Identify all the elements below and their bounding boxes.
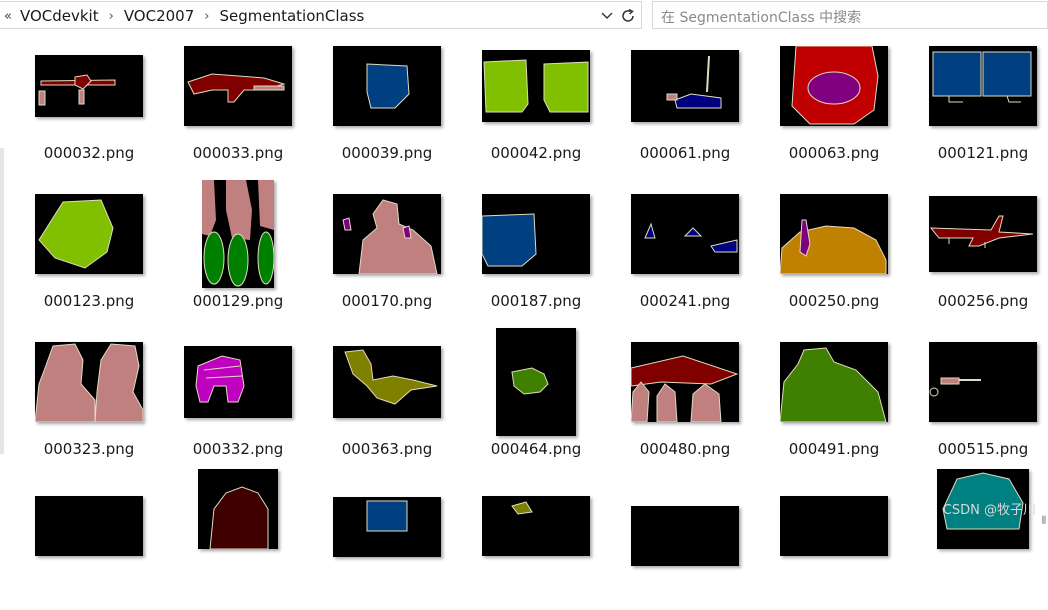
thumbnail: [333, 497, 441, 557]
file-item[interactable]: [19, 474, 159, 610]
file-item[interactable]: 000129.png: [168, 178, 308, 314]
thumbnail: [35, 342, 143, 422]
file-name: 000363.png: [341, 440, 433, 458]
file-name: 000491.png: [788, 440, 880, 458]
file-name: 000129.png: [192, 292, 284, 310]
file-name: 000033.png: [192, 144, 284, 162]
file-item[interactable]: [466, 474, 606, 610]
thumbnail: [333, 346, 441, 418]
thumbnail: [496, 328, 576, 436]
file-name: 000250.png: [788, 292, 880, 310]
search-input[interactable]: 在 SegmentationClass 中搜索: [652, 1, 1048, 29]
file-name: 000042.png: [490, 144, 582, 162]
thumbnail: [35, 194, 143, 274]
layout-toggle-icon[interactable]: ⫼: [1042, 516, 1046, 526]
search-placeholder: 在 SegmentationClass 中搜索: [661, 10, 862, 26]
file-item[interactable]: [168, 469, 308, 610]
crumb-vocdevkit[interactable]: VOCdevkit: [20, 7, 99, 25]
overflow-chevron-icon[interactable]: «: [4, 9, 12, 24]
thumbnail: [333, 194, 441, 274]
address-bar: « VOCdevkit › VOC2007 › SegmentationClas…: [0, 0, 1048, 30]
file-item[interactable]: 000123.png: [19, 178, 159, 314]
file-name: 000241.png: [639, 292, 731, 310]
file-name: 000063.png: [788, 144, 880, 162]
file-item[interactable]: 000515.png: [913, 326, 1048, 462]
file-name: 000332.png: [192, 440, 284, 458]
file-item[interactable]: 000063.png: [764, 30, 904, 166]
file-item[interactable]: 000033.png: [168, 30, 308, 166]
thumbnail: [35, 496, 143, 556]
thumbnail: [482, 496, 590, 556]
thumbnail: [780, 342, 888, 422]
crumb-separator-icon[interactable]: ›: [109, 9, 114, 24]
thumbnail: [631, 50, 739, 122]
thumbnail: [929, 342, 1037, 422]
file-item[interactable]: 000256.png: [913, 178, 1048, 314]
file-item[interactable]: 000491.png: [764, 326, 904, 462]
file-item[interactable]: [317, 474, 457, 610]
file-item[interactable]: 000241.png: [615, 178, 755, 314]
file-item[interactable]: [764, 474, 904, 610]
file-name: 000123.png: [43, 292, 135, 310]
file-item[interactable]: 000363.png: [317, 326, 457, 462]
thumbnail: [631, 506, 739, 566]
thumbnail: [780, 496, 888, 556]
file-name: 000121.png: [937, 144, 1029, 162]
crumb-segmentationclass[interactable]: SegmentationClass: [219, 7, 364, 25]
file-name: 000515.png: [937, 440, 1029, 458]
thumbnail: [184, 46, 292, 126]
file-name: 000039.png: [341, 144, 433, 162]
file-item[interactable]: 000250.png: [764, 178, 904, 314]
file-name: 000061.png: [639, 144, 731, 162]
file-grid: 000032.png 000033.png 000039.png 000042.…: [0, 30, 1048, 566]
thumbnail: [202, 180, 274, 288]
thumbnail: [482, 50, 590, 122]
thumbnail: [929, 196, 1037, 272]
thumbnail: [780, 194, 888, 274]
thumbnail: [333, 46, 441, 126]
thumbnail: [631, 194, 739, 274]
thumbnail: [198, 469, 278, 549]
file-item[interactable]: 000464.png: [466, 326, 606, 462]
file-item[interactable]: 000480.png: [615, 326, 755, 462]
breadcrumb[interactable]: « VOCdevkit › VOC2007 › SegmentationClas…: [0, 1, 642, 29]
file-name: 000480.png: [639, 440, 731, 458]
history-dropdown-icon[interactable]: [598, 7, 616, 25]
file-item[interactable]: 000061.png: [615, 30, 755, 166]
file-name: 000187.png: [490, 292, 582, 310]
thumbnail: [780, 46, 888, 126]
crumb-voc2007[interactable]: VOC2007: [124, 7, 194, 25]
file-item[interactable]: 000042.png: [466, 30, 606, 166]
thumbnail: [184, 346, 292, 418]
thumbnail: [929, 46, 1037, 126]
thumbnail: [631, 342, 739, 422]
file-name: 000323.png: [43, 440, 135, 458]
file-item[interactable]: [913, 469, 1048, 610]
thumbnail: [482, 194, 590, 274]
file-name: 000032.png: [43, 144, 135, 162]
watermark: CSDN @牧子川: [942, 503, 1036, 518]
file-item[interactable]: 000332.png: [168, 326, 308, 462]
file-item[interactable]: 000039.png: [317, 30, 457, 166]
file-item[interactable]: 000170.png: [317, 178, 457, 314]
crumb-separator-icon[interactable]: ›: [204, 9, 209, 24]
file-item[interactable]: 000032.png: [19, 30, 159, 166]
file-item[interactable]: 000323.png: [19, 326, 159, 462]
file-name: 000256.png: [937, 292, 1029, 310]
file-item[interactable]: [615, 474, 755, 610]
file-item[interactable]: 000187.png: [466, 178, 606, 314]
file-name: 000170.png: [341, 292, 433, 310]
file-item[interactable]: 000121.png: [913, 30, 1048, 166]
file-name: 000464.png: [490, 440, 582, 458]
refresh-icon[interactable]: [618, 6, 638, 26]
thumbnail: [35, 55, 143, 117]
